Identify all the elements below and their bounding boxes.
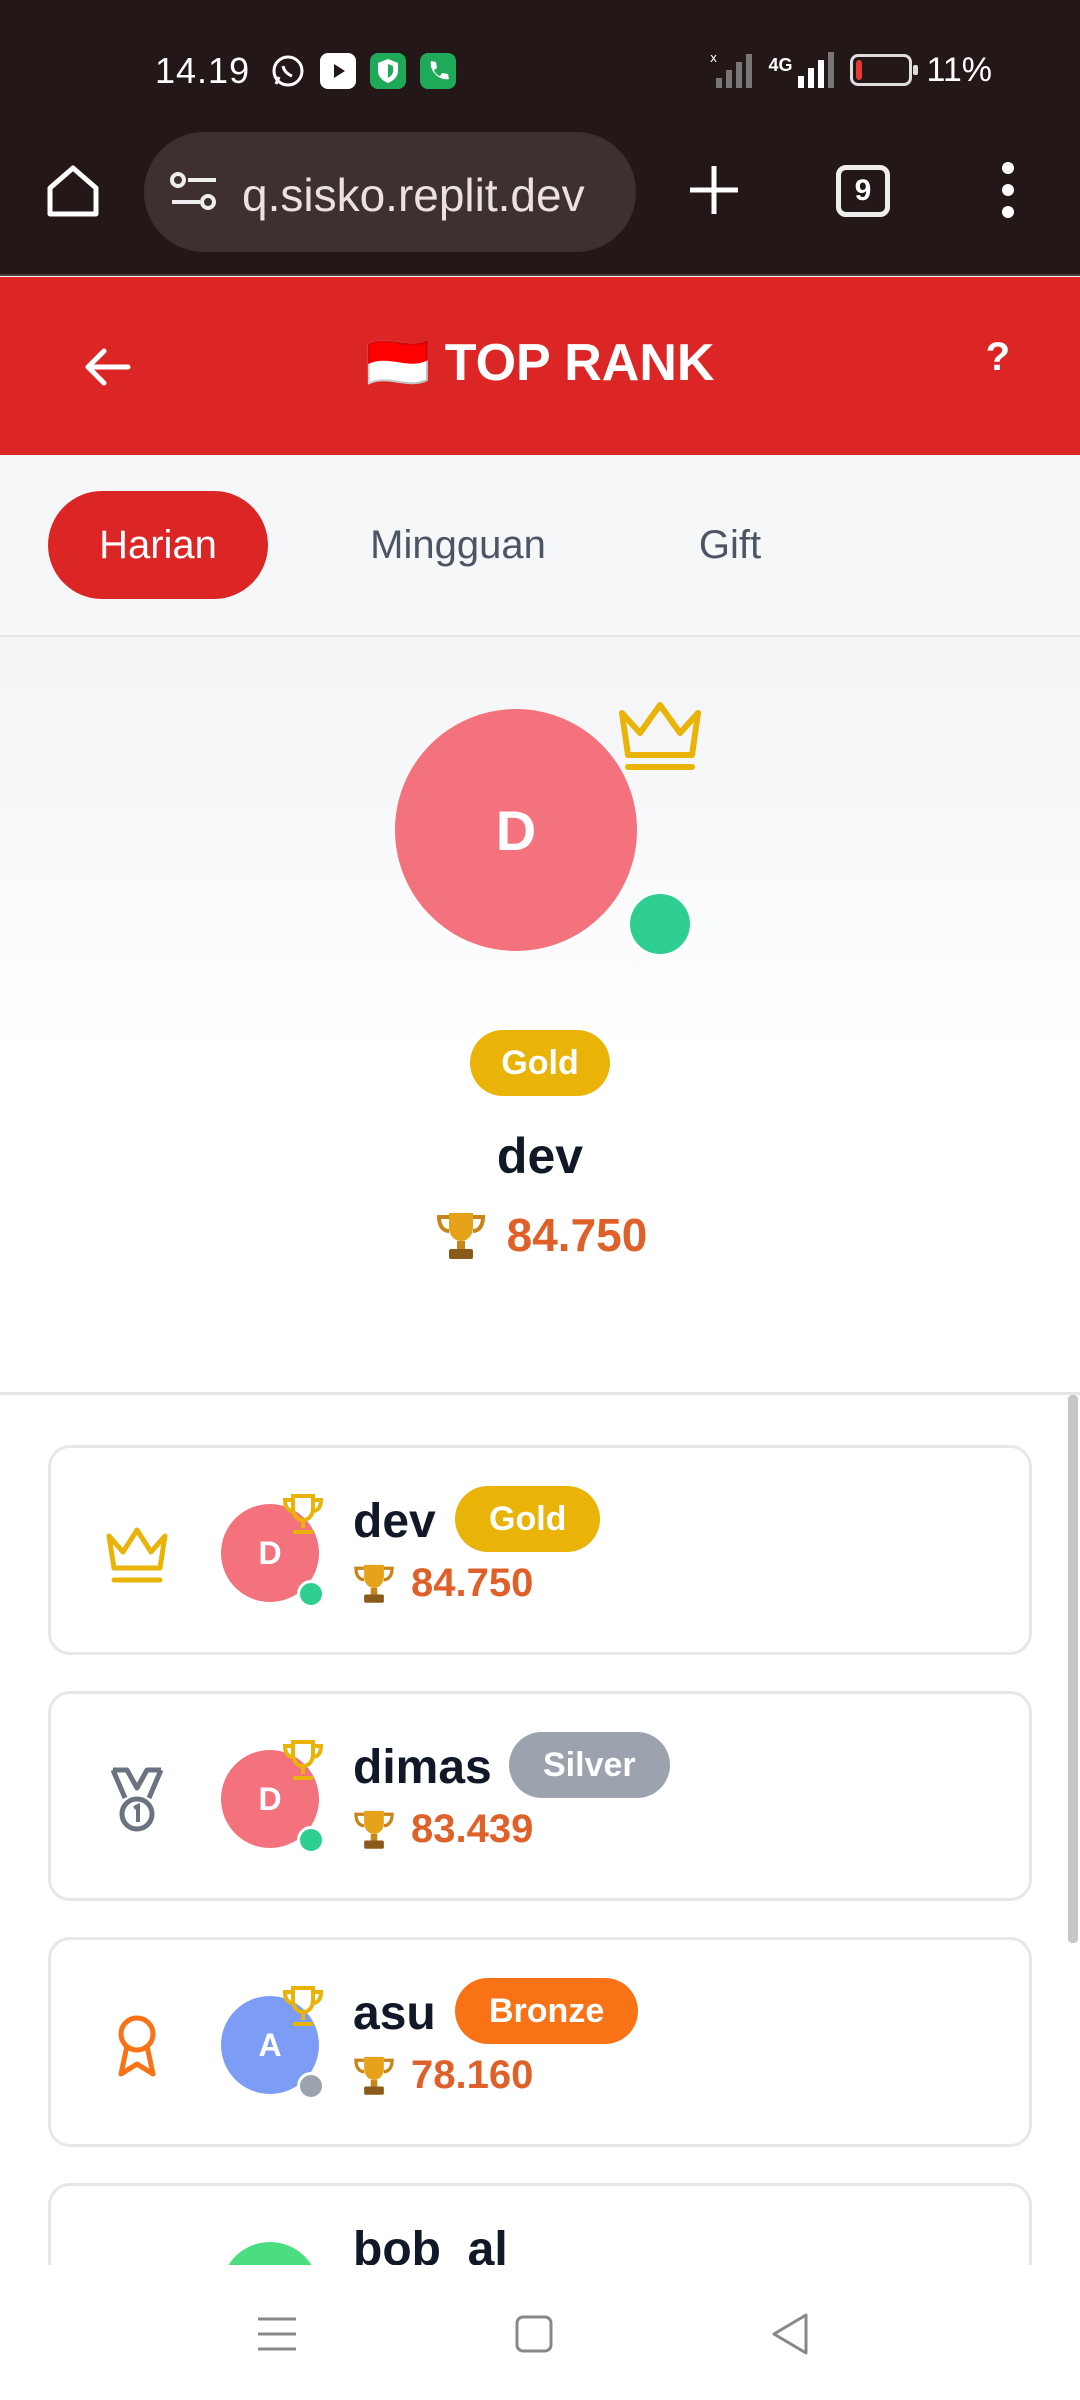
trophy-icon [354,1564,394,1603]
trophy-icon [354,2056,394,2095]
online-status-dot [630,894,690,954]
url-text[interactable]: q.sisko.replit.dev [242,168,622,222]
player-score: 83.439 [351,1806,533,1852]
period-tabs: Harian Mingguan Gift [0,455,1080,637]
new-tab-icon[interactable] [686,162,742,218]
page-title: 🇮🇩 TOP RANK [0,332,1080,393]
player-name: dimas [353,1741,492,1794]
notification-icons [270,53,456,89]
trophy-icon [436,1213,485,1259]
player-name: bob_al [353,2223,508,2265]
top-player-score: 84.750 [0,1207,1080,1263]
tab-mingguan[interactable]: Mingguan [338,491,578,599]
crown-icon [619,702,701,770]
svg-text:x: x [710,51,717,65]
whatsapp-icon [270,53,306,89]
home-button-icon[interactable] [507,2307,561,2361]
recents-menu-icon[interactable] [250,2307,304,2361]
online-status-dot [297,1580,325,1608]
offline-status-dot [297,2072,325,2100]
top-player-avatar[interactable]: D [395,709,637,951]
ribbon-award-icon [118,2015,156,2077]
trophy-icon [354,1810,394,1849]
page-title-text: TOP RANK [444,334,715,392]
ranking-card[interactable]: bob_al [48,2183,1032,2265]
site-settings-icon[interactable] [168,170,220,214]
app-header: 🇮🇩 TOP RANK ? [0,277,1080,455]
shield-app-icon [370,53,406,89]
player-score: 84.750 [351,1560,533,1606]
status-bar: 14.19 x 4G 11% [0,0,1080,140]
online-status-dot [297,1826,325,1854]
phone-app-icon [420,53,456,89]
ranking-list: D dev Gold 84.750 D dimas Silver 83.439 … [0,1395,1080,2265]
top-player-section: D Gold dev 84.750 [0,637,1080,1395]
tab-harian[interactable]: Harian [48,491,268,599]
help-button[interactable]: ? [986,335,1010,380]
tab-switcher-button[interactable]: 9 [836,165,890,217]
tier-badge: Silver [509,1732,670,1798]
system-nav-bar [0,2265,1080,2400]
tier-badge: Gold [470,1030,610,1096]
medal-icon [110,1767,164,1832]
tab-gift[interactable]: Gift [660,491,800,599]
more-menu-icon[interactable] [1000,160,1016,220]
trophy-outline-icon [282,1740,324,1780]
trophy-outline-icon [282,1494,324,1534]
youtube-icon [320,53,356,89]
battery-icon [850,54,919,86]
battery-percent: 11% [926,50,992,89]
tier-badge: Gold [455,1486,601,1552]
scrollbar[interactable] [1068,1395,1078,1943]
player-name: asu [353,1987,436,2040]
status-indicators: x 4G 11% [710,50,992,90]
browser-toolbar: q.sisko.replit.dev 9 [0,120,1080,276]
back-button-icon[interactable] [764,2307,818,2361]
ranking-card[interactable]: D dev Gold 84.750 [48,1445,1032,1655]
ranking-card[interactable]: D dimas Silver 83.439 [48,1691,1032,1901]
signal-sim1-icon: x [710,51,753,88]
indonesia-flag-icon: 🇮🇩 [365,334,431,392]
address-bar[interactable]: q.sisko.replit.dev [144,132,636,252]
top-player-name: dev [496,1128,584,1184]
player-name: dev [353,1495,436,1548]
signal-sim2-icon: 4G [768,50,836,90]
avatar[interactable] [221,2242,319,2265]
tier-badge: Bronze [455,1978,639,2044]
player-score: 78.160 [351,2052,533,2098]
ranking-card[interactable]: A asu Bronze 78.160 [48,1937,1032,2147]
status-time: 14.19 [155,50,251,91]
home-icon[interactable] [42,160,104,222]
trophy-outline-icon [282,1986,324,2026]
crown-icon [106,1527,168,1583]
